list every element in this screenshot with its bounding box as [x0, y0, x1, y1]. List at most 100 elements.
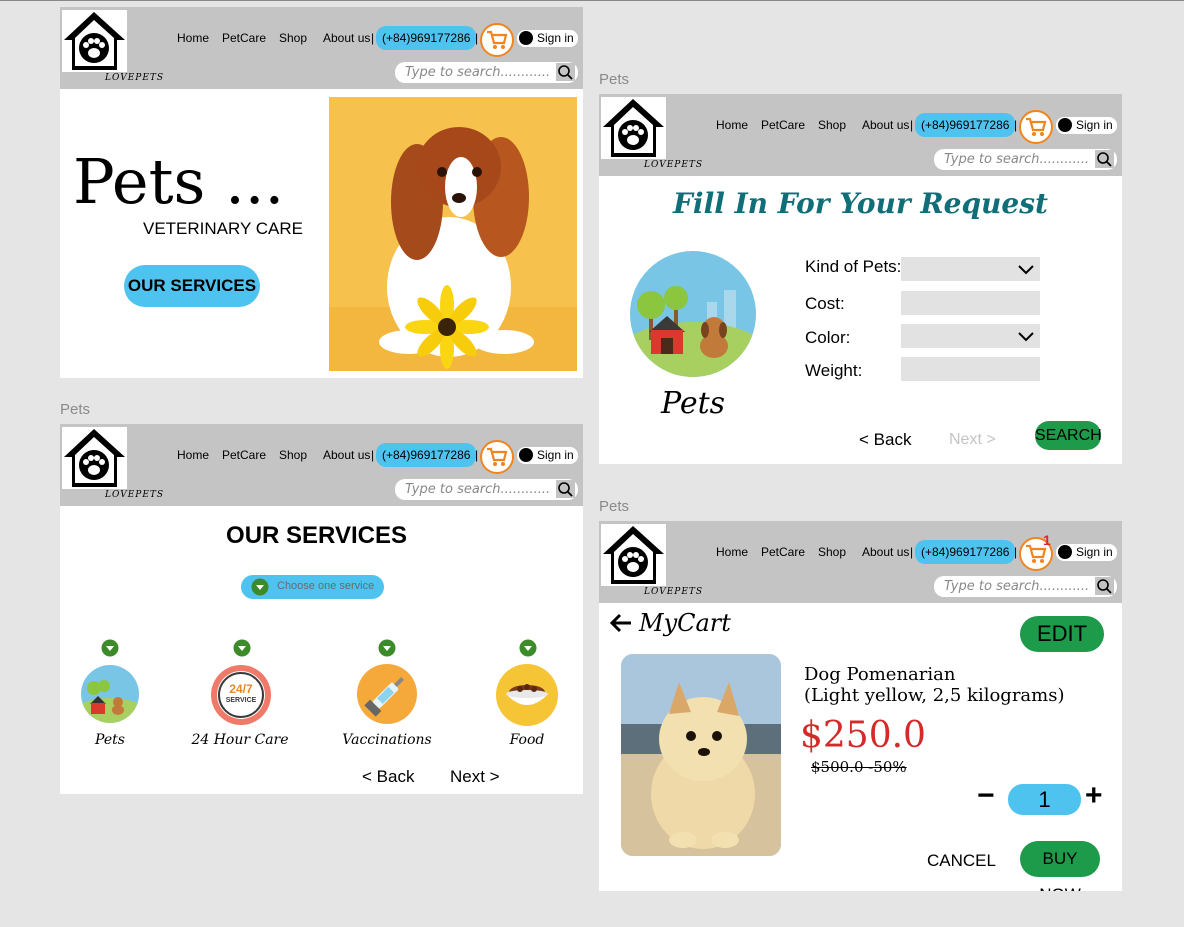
logo[interactable] — [62, 10, 127, 72]
pets-icon — [630, 251, 756, 377]
nav-about[interactable]: About us — [323, 31, 370, 45]
nav-about[interactable]: About us — [323, 448, 370, 462]
paw-house-logo-icon — [603, 99, 664, 157]
cancel-button[interactable]: CANCEL — [927, 851, 996, 871]
badge-service: SERVICE — [225, 697, 257, 704]
search-placeholder: Type to search............ — [944, 152, 1090, 167]
buy-now-button[interactable]: BUY NOW — [1020, 841, 1100, 891]
request-title: Fill In For Your Request — [673, 187, 1048, 220]
phone-badge[interactable]: (+84)969177286 — [376, 26, 477, 50]
quantity-field[interactable]: 1 — [1008, 784, 1081, 815]
nav-shop[interactable]: Shop — [279, 448, 307, 462]
hero-subtitle: VETERINARY CARE — [143, 219, 303, 238]
syringe-icon — [357, 664, 417, 724]
service-item-vaccinations[interactable] — [357, 664, 417, 724]
logo[interactable] — [601, 524, 666, 586]
site-header: LOVEPETS Home PetCare Shop About us | (+… — [60, 7, 583, 89]
decrement-button[interactable]: − — [977, 780, 995, 812]
color-select[interactable] — [901, 324, 1040, 348]
nav-petcare[interactable]: PetCare — [222, 448, 266, 462]
search-icon[interactable] — [556, 480, 575, 498]
puppy-with-sunflower-image — [329, 97, 577, 371]
chevron-down-icon[interactable] — [519, 639, 537, 657]
nav-home[interactable]: Home — [716, 118, 748, 132]
cost-field[interactable] — [901, 291, 1040, 315]
brand-name: LOVEPETS — [644, 587, 704, 597]
search-input[interactable]: Type to search............ — [934, 149, 1117, 170]
service-label: Vaccinations — [342, 732, 432, 748]
back-link[interactable]: < Back — [362, 767, 414, 787]
nav-shop[interactable]: Shop — [818, 118, 846, 132]
service-item-24-hour-care[interactable]: 24/7 SERVICE — [210, 664, 272, 726]
increment-button[interactable]: + — [1085, 780, 1103, 812]
services-title: OUR SERVICES — [226, 522, 407, 549]
search-input[interactable]: Type to search............ — [395, 62, 578, 83]
chevron-down-icon[interactable] — [378, 639, 396, 657]
weight-field[interactable] — [901, 357, 1040, 381]
next-link[interactable]: Next > — [949, 431, 996, 449]
phone-badge[interactable]: (+84)969177286 — [376, 443, 477, 467]
product-name: Dog Pomenarian — [804, 664, 956, 685]
search-placeholder: Type to search............ — [944, 579, 1090, 594]
signin-label: Sign in — [537, 31, 574, 45]
search-input[interactable]: Type to search............ — [395, 479, 578, 500]
cart-button[interactable] — [480, 23, 514, 57]
nav-about[interactable]: About us — [862, 545, 909, 559]
service-label: Pets — [95, 732, 125, 748]
kind-select[interactable] — [901, 257, 1040, 281]
signin-button[interactable]: Sign in — [517, 447, 578, 464]
search-icon[interactable] — [1095, 150, 1114, 168]
color-label: Color: — [805, 328, 851, 347]
chevron-down-icon[interactable] — [101, 639, 119, 657]
choose-service-dropdown[interactable]: Choose one service — [241, 575, 384, 599]
search-button[interactable]: SEARCH — [1035, 421, 1102, 450]
site-header: LOVEPETS Home PetCare Shop About us | (+… — [60, 424, 583, 506]
nav-home[interactable]: Home — [177, 448, 209, 462]
food-bowl-icon — [496, 664, 558, 726]
service-item-food[interactable] — [496, 664, 558, 726]
signin-button[interactable]: Sign in — [1056, 117, 1117, 134]
chevron-down-icon[interactable] — [233, 639, 251, 657]
signin-label: Sign in — [537, 448, 574, 462]
brand-name: LOVEPETS — [644, 160, 704, 170]
brand-name: LOVEPETS — [105, 73, 165, 83]
nav-home[interactable]: Home — [716, 545, 748, 559]
next-link[interactable]: Next > — [450, 767, 500, 787]
logo[interactable] — [62, 427, 127, 489]
service-item-pets[interactable] — [80, 664, 140, 724]
nav-petcare[interactable]: PetCare — [761, 118, 805, 132]
phone-badge[interactable]: (+84)969177286 — [915, 540, 1016, 564]
kind-label: Kind of Pets: — [805, 257, 902, 276]
search-icon[interactable] — [1095, 577, 1114, 595]
signin-button[interactable]: Sign in — [1056, 544, 1117, 561]
back-arrow-icon[interactable] — [609, 613, 633, 633]
nav-about[interactable]: About us — [862, 118, 909, 132]
user-icon — [1058, 118, 1072, 132]
logo[interactable] — [601, 97, 666, 159]
our-services-button[interactable]: OUR SERVICES — [124, 265, 260, 307]
badge-247: 24/7 — [229, 682, 253, 696]
search-input[interactable]: Type to search............ — [934, 576, 1117, 597]
user-icon — [1058, 545, 1072, 559]
nav-shop[interactable]: Shop — [279, 31, 307, 45]
nav-home[interactable]: Home — [177, 31, 209, 45]
search-icon[interactable] — [556, 63, 575, 81]
pets-illustration — [629, 250, 757, 378]
separator: | — [910, 118, 914, 132]
pets-icon — [81, 665, 139, 723]
separator: | — [1014, 118, 1018, 132]
back-link[interactable]: < Back — [859, 430, 911, 450]
product-image — [621, 654, 781, 856]
cart-button[interactable] — [480, 440, 514, 474]
user-icon — [519, 31, 533, 45]
signin-button[interactable]: Sign in — [517, 30, 578, 47]
brand-name: LOVEPETS — [105, 490, 165, 500]
pomeranian-puppy-image — [621, 654, 781, 856]
phone-badge[interactable]: (+84)969177286 — [915, 113, 1016, 137]
nav-shop[interactable]: Shop — [818, 545, 846, 559]
edit-button[interactable]: EDIT — [1020, 616, 1104, 652]
product-price: $250.0 — [800, 715, 926, 756]
nav-petcare[interactable]: PetCare — [761, 545, 805, 559]
cart-button[interactable] — [1019, 110, 1053, 144]
nav-petcare[interactable]: PetCare — [222, 31, 266, 45]
